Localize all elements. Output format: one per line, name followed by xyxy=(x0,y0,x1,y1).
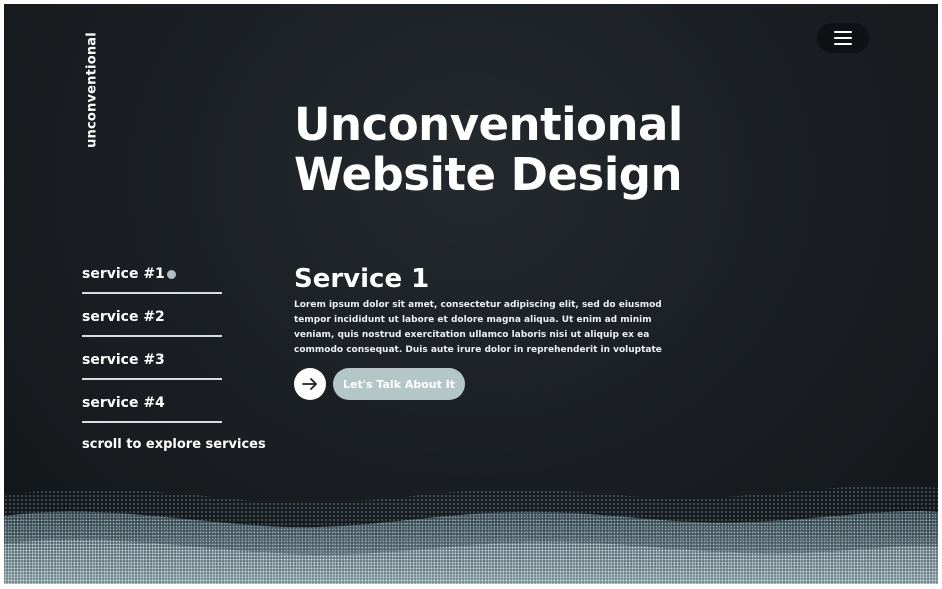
service-nav-label: service #1 xyxy=(82,266,165,282)
arrow-button[interactable] xyxy=(294,368,326,400)
page-frame: unconventional Unconventional Website De… xyxy=(4,4,938,584)
service-title: Service 1 xyxy=(294,264,430,294)
lets-talk-button[interactable]: Let's Talk About It xyxy=(333,368,465,400)
particle-wave-graphic xyxy=(4,485,938,584)
service-nav-item-2[interactable]: service #2 xyxy=(82,304,222,337)
service-nav-label: service #4 xyxy=(82,395,165,411)
menu-button[interactable] xyxy=(817,23,869,53)
service-nav-label: service #2 xyxy=(82,309,165,325)
brand-logo[interactable]: unconventional xyxy=(82,30,102,150)
service-detail: Service 1 Lorem ipsum dolor sit amet, co… xyxy=(294,264,694,400)
hero-title: Unconventional Website Design xyxy=(294,100,683,200)
cta-row: Let's Talk About It xyxy=(294,368,465,400)
hero-title-line-1: Unconventional xyxy=(294,98,683,151)
scroll-hint: scroll to explore services xyxy=(82,437,266,452)
service-nav-item-1[interactable]: service #1 xyxy=(82,261,222,294)
arrow-right-icon xyxy=(302,378,317,390)
services-nav: service #1 service #2 service #3 service… xyxy=(82,261,272,452)
active-indicator-dot xyxy=(167,270,176,279)
brand-name: unconventional xyxy=(84,32,100,148)
service-description: Lorem ipsum dolor sit amet, consectetur … xyxy=(294,300,662,355)
hamburger-menu-icon xyxy=(834,31,852,45)
service-nav-label: service #3 xyxy=(82,352,165,368)
hero-title-line-2: Website Design xyxy=(294,148,683,201)
service-nav-item-3[interactable]: service #3 xyxy=(82,347,222,380)
service-nav-item-4[interactable]: service #4 xyxy=(82,390,222,423)
